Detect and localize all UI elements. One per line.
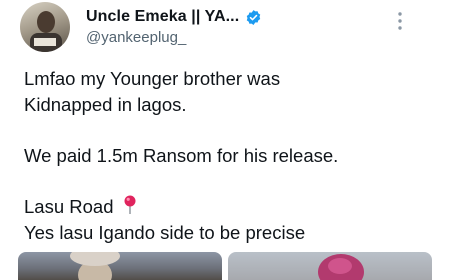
tweet-line-with-pin: Lasu Road — [24, 194, 434, 220]
media-photo-2[interactable] — [228, 252, 432, 280]
avatar[interactable] — [20, 2, 70, 52]
avatar-photo — [30, 11, 62, 52]
author-handle[interactable]: @yankeeplug_ — [86, 29, 186, 46]
tweet-line: We paid 1.5m Ransom for his release. — [24, 145, 339, 166]
tweet-line: Lasu Road — [24, 196, 114, 217]
photo-detail — [328, 258, 352, 274]
author-name-row: Uncle Emeka || YA... — [86, 6, 262, 28]
tweet-text: Lmfao my Younger brother was Kidnapped i… — [24, 66, 434, 246]
media-photo-1[interactable] — [18, 252, 222, 280]
tweet-line: Yes lasu Igando side to be precise — [24, 222, 306, 243]
verified-badge-icon — [245, 9, 262, 26]
tweet-media — [0, 252, 450, 280]
photo-detail — [70, 252, 120, 266]
more-vertical-icon[interactable] — [390, 4, 410, 38]
tweet-line: Kidnapped in lagos. — [24, 94, 187, 115]
tweet-line: Lmfao my Younger brother was — [24, 68, 281, 89]
author-display-name[interactable]: Uncle Emeka || YA... — [86, 8, 239, 26]
round-pushpin-icon — [123, 195, 137, 222]
